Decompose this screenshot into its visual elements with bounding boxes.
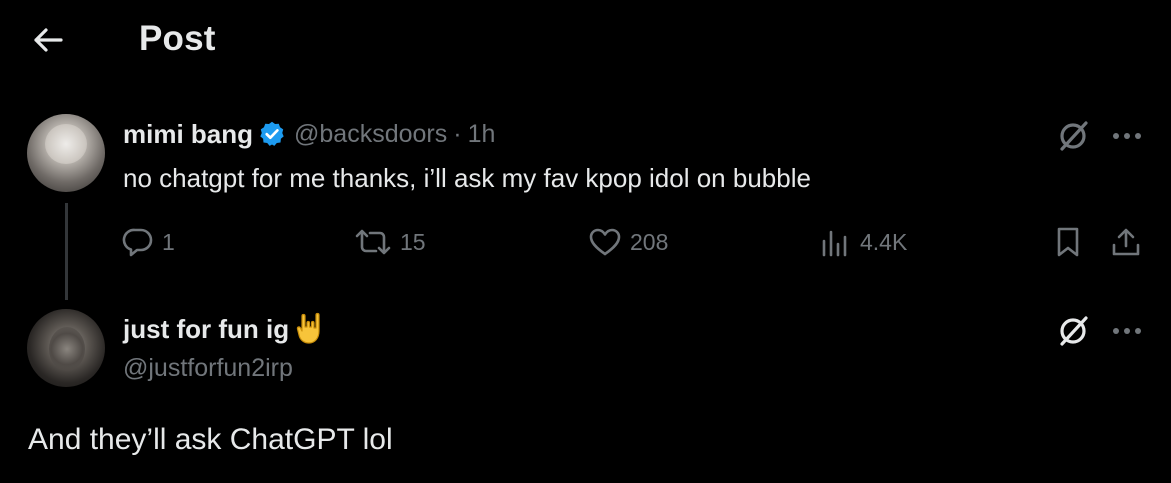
reply-icon xyxy=(122,228,153,257)
back-button[interactable] xyxy=(28,22,68,58)
verified-badge-icon[interactable] xyxy=(258,120,286,148)
avatar-highlight xyxy=(49,327,85,371)
heart-icon xyxy=(589,228,621,256)
author-display-name[interactable]: mimi bang xyxy=(123,119,253,150)
bookmark-icon xyxy=(1057,227,1079,257)
views-count: 4.4K xyxy=(860,228,908,255)
repost-icon xyxy=(355,229,391,255)
share-button[interactable] xyxy=(1110,222,1142,262)
reply-button[interactable]: 1 xyxy=(122,222,175,262)
reply-author-handle[interactable]: @justforfun2irp xyxy=(123,354,293,383)
repost-count: 15 xyxy=(400,228,426,255)
reply-count: 1 xyxy=(162,228,175,255)
page-title: Post xyxy=(139,19,216,58)
top-header: Post xyxy=(0,0,1171,80)
tweet-action-bar: 1 15 208 4.4K xyxy=(0,222,1171,262)
more-horizontal-icon xyxy=(1113,328,1141,334)
more-horizontal-icon xyxy=(1113,133,1141,139)
like-button[interactable]: 208 xyxy=(588,222,668,262)
more-options-button[interactable] xyxy=(1109,315,1145,347)
tweet-text: no chatgpt for me thanks, i’ll ask my fa… xyxy=(123,163,811,193)
avatar-highlight xyxy=(45,124,87,164)
sign-of-horns-emoji-icon xyxy=(295,312,327,346)
views-icon xyxy=(822,230,847,257)
grok-icon xyxy=(1060,316,1088,346)
reply-author-row: just for fun ig xyxy=(123,311,327,347)
author-handle[interactable]: @backsdoors xyxy=(294,120,447,149)
more-options-button[interactable] xyxy=(1109,120,1145,152)
avatar[interactable] xyxy=(27,114,105,192)
like-count: 208 xyxy=(630,228,669,255)
tweet-author-row: mimi bang @backsdoors · 1h xyxy=(123,116,495,152)
grok-button[interactable] xyxy=(1053,116,1093,156)
share-icon xyxy=(1112,228,1140,256)
reply-text: And they’ll ask ChatGPT lol xyxy=(28,423,393,456)
grok-icon xyxy=(1060,121,1088,151)
views-button[interactable]: 4.4K xyxy=(820,222,907,262)
arrow-left-icon xyxy=(34,28,63,52)
repost-button[interactable]: 15 xyxy=(354,222,426,262)
bookmark-button[interactable] xyxy=(1053,222,1083,262)
reply-author-display-name[interactable]: just for fun ig xyxy=(123,314,289,345)
post-timestamp[interactable]: 1h xyxy=(468,120,496,149)
avatar[interactable] xyxy=(27,309,105,387)
grok-button[interactable] xyxy=(1053,311,1093,351)
meta-separator: · xyxy=(453,119,462,148)
